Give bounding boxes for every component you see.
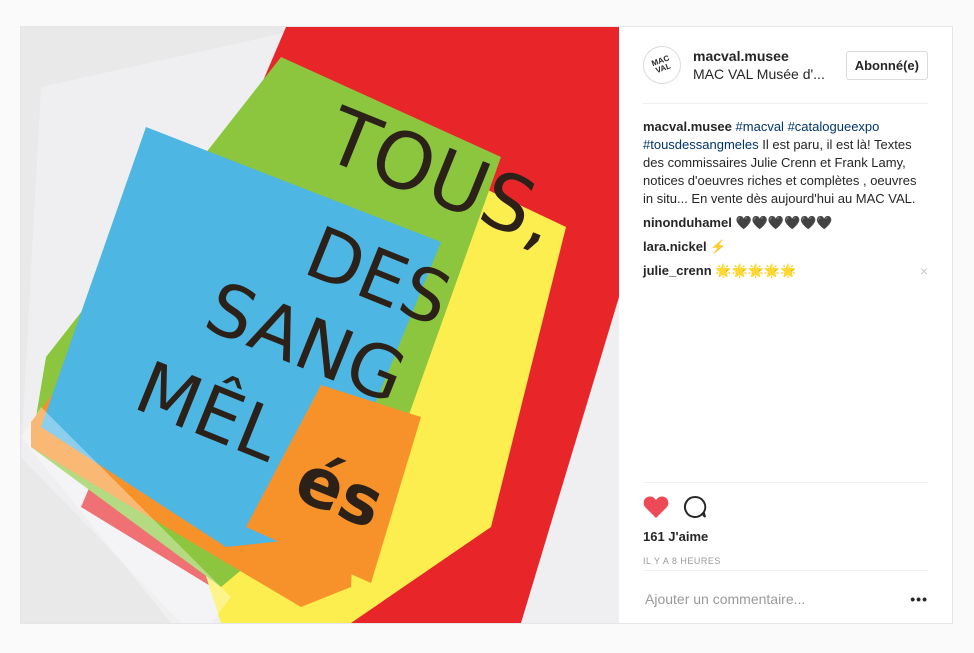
avatar[interactable]: MAC VAL <box>637 40 687 90</box>
more-options-icon[interactable]: ••• <box>910 591 928 607</box>
comment-item: lara.nickel ⚡ <box>643 238 928 256</box>
post-sidebar: MAC VAL macval.musee MAC VAL Musée d'...… <box>619 27 952 623</box>
comment-input[interactable] <box>643 589 911 608</box>
comment-bubble-icon[interactable] <box>683 495 707 519</box>
following-button[interactable]: Abonné(e) <box>845 50 928 80</box>
add-comment-bar: ••• <box>643 570 928 626</box>
post-card: TOUS, DES SANG MÊL és MAC VAL macval.mus… <box>20 26 953 624</box>
comment-item: ninonduhamel 🖤🖤🖤🖤🖤🖤 <box>643 214 928 232</box>
author-full-name: MAC VAL Musée d'... <box>693 66 825 82</box>
author-info: macval.musee MAC VAL Musée d'... <box>693 47 846 83</box>
comment-text: 🌟🌟🌟🌟🌟 <box>715 263 797 278</box>
author-username[interactable]: macval.musee <box>693 47 846 65</box>
comment-username[interactable]: lara.nickel <box>643 239 707 254</box>
hashtag-link[interactable]: #macval <box>736 119 784 134</box>
comment-item: julie_crenn 🌟🌟🌟🌟🌟 × <box>643 262 928 280</box>
catalogue-photo: TOUS, DES SANG MÊL és <box>21 27 619 623</box>
post-footer: 161 J'aime IL Y A 8 HEURES <box>643 482 928 566</box>
delete-comment-icon[interactable]: × <box>920 262 928 280</box>
likes-count[interactable]: 161 J'aime <box>643 529 928 544</box>
hashtag-link[interactable]: #tousdessangmeles <box>643 137 759 152</box>
post-header: MAC VAL macval.musee MAC VAL Musée d'...… <box>637 27 928 104</box>
comment-username[interactable]: ninonduhamel <box>643 215 732 230</box>
comments-list: macval.musee #macval #catalogueexpo #tou… <box>643 104 928 280</box>
comment-text: 🖤🖤🖤🖤🖤🖤 <box>735 215 833 230</box>
comment-username[interactable]: julie_crenn <box>643 263 712 278</box>
post-timestamp: IL Y A 8 HEURES <box>643 556 721 566</box>
comment-text: ⚡ <box>710 239 727 254</box>
action-bar <box>643 483 928 529</box>
post-image[interactable]: TOUS, DES SANG MÊL és <box>21 27 619 623</box>
caption-username[interactable]: macval.musee <box>643 119 732 134</box>
post-caption: macval.musee #macval #catalogueexpo #tou… <box>643 118 923 208</box>
hashtag-link[interactable]: #catalogueexpo <box>788 119 880 134</box>
like-heart-icon[interactable] <box>643 495 669 519</box>
